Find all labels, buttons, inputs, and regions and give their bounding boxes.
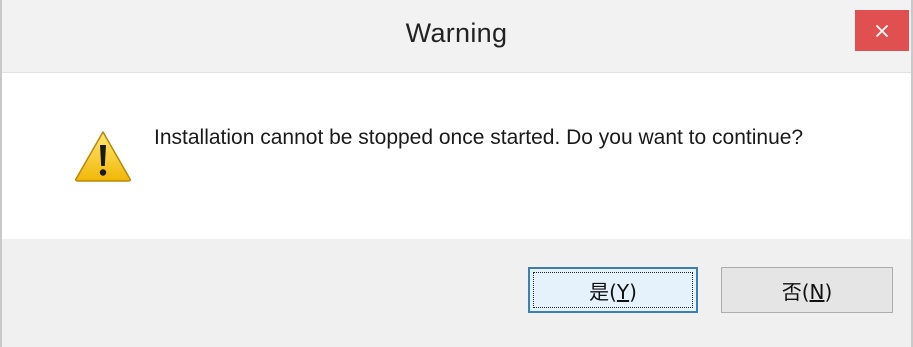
dialog-body: Installation cannot be stopped once star…	[2, 73, 911, 239]
yes-button-label: 是(Y)	[589, 279, 637, 304]
yes-button[interactable]: 是(Y)	[528, 267, 698, 313]
title-bar[interactable]: Warning	[2, 0, 911, 73]
no-button[interactable]: 否(N)	[721, 267, 893, 313]
warning-triangle-icon	[75, 131, 131, 182]
close-icon	[876, 24, 888, 37]
warning-dialog: Warning Installation cannot be stopped o…	[0, 0, 913, 347]
window-title: Warning	[405, 18, 508, 48]
button-bar: 是(Y) 否(N)	[2, 239, 911, 347]
no-button-label: 否(N)	[781, 279, 833, 304]
close-button[interactable]	[855, 10, 909, 51]
dialog-message: Installation cannot be stopped once star…	[154, 126, 804, 149]
